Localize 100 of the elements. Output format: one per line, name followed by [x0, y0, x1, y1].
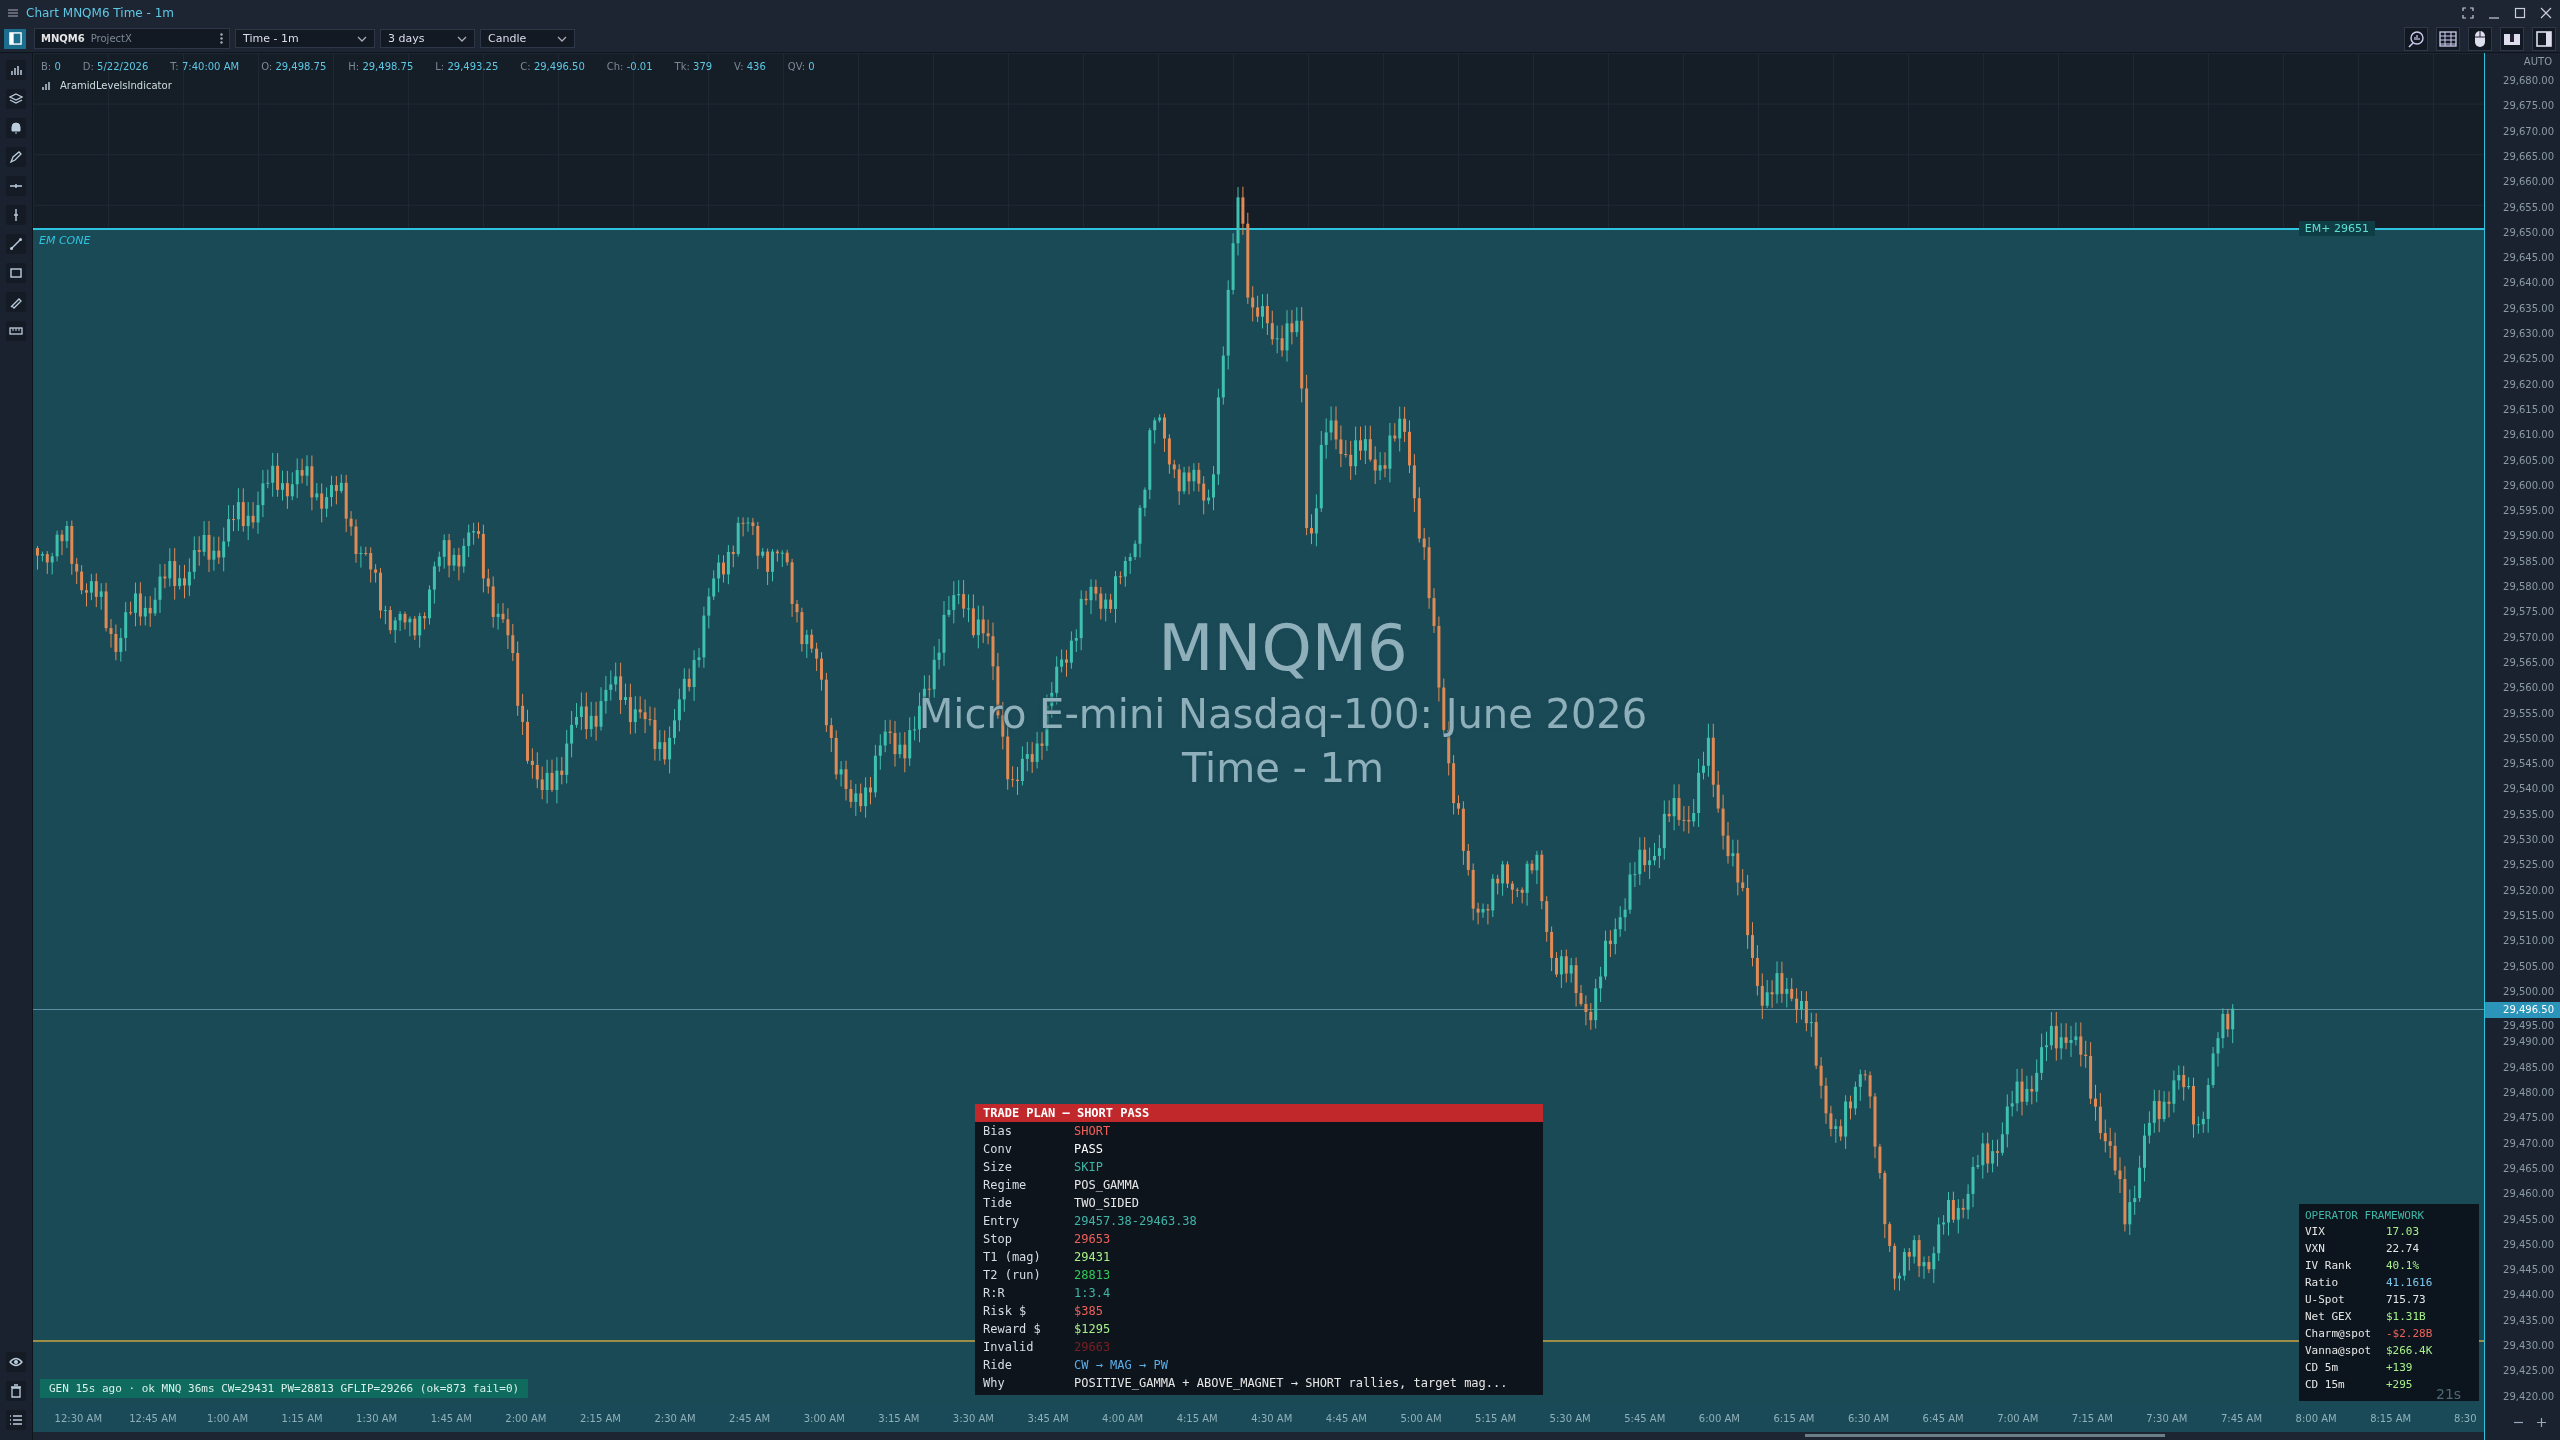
time-label: 12:30 AM [53, 1413, 104, 1424]
metric-label: Vanna@spot [2305, 1344, 2373, 1357]
ohlc-field: B: 0 [41, 61, 61, 72]
ohlc-field: O: 29,498.75 [261, 61, 327, 72]
price-label: 29,420.00 [2503, 1389, 2554, 1404]
rectangle-icon[interactable] [6, 263, 26, 283]
chevron-icon [557, 35, 567, 42]
price-label: 29,505.00 [2503, 959, 2554, 974]
plan-label: Bias [983, 1124, 1013, 1138]
price-label: 29,525.00 [2503, 858, 2554, 873]
metric-value: 41.1616 [2386, 1276, 2433, 1289]
price-label: 29,430.00 [2503, 1339, 2554, 1353]
price-label: 29,480.00 [2503, 1086, 2554, 1100]
price-label: 29,465.00 [2503, 1161, 2554, 1176]
time-label: 6:45 AM [1921, 1413, 1965, 1424]
mouse-icon[interactable] [2468, 26, 2492, 51]
time-label: 1:15 AM [280, 1413, 324, 1424]
price-label: 29,440.00 [2503, 1288, 2554, 1303]
auto-scale-toggle[interactable]: AUTO [2523, 56, 2552, 67]
price-label: 29,630.00 [2503, 327, 2554, 341]
plan-value: SHORT [1074, 1124, 1111, 1138]
pencil-icon[interactable] [6, 147, 26, 167]
price-label: 29,660.00 [2503, 175, 2554, 190]
price-label: 29,570.00 [2503, 630, 2554, 645]
plan-value: 29431 [1074, 1250, 1111, 1264]
plan-value: 29653 [1074, 1232, 1111, 1246]
metric-value: +139 [2386, 1361, 2413, 1374]
indicator-name: AramidLevelsIndicator [60, 80, 172, 91]
zoom-in-icon[interactable] [2536, 1417, 2547, 1428]
ohlc-field: QV: 0 [787, 61, 815, 72]
price-label: 29,425.00 [2503, 1364, 2554, 1379]
time-label: 4:30 AM [1250, 1413, 1294, 1424]
time-label: 1:00 AM [205, 1413, 250, 1424]
sidebar-toggle-button[interactable] [4, 28, 26, 49]
price-label: 29,590.00 [2503, 529, 2554, 544]
close-icon[interactable] [2540, 6, 2552, 19]
price-label: 29,605.00 [2503, 453, 2554, 468]
metric-value: 17.03 [2386, 1225, 2420, 1238]
time-label: 4:15 AM [1175, 1413, 1219, 1424]
price-label: 29,610.00 [2503, 428, 2554, 443]
dropdown[interactable]: 3 days [380, 29, 475, 48]
fullscreen-icon[interactable] [2462, 6, 2474, 19]
trade-plan-title: TRADE PLAN — SHORT PASS [975, 1104, 1543, 1122]
dropdown[interactable]: Candle [480, 29, 575, 48]
menu-icon[interactable] [8, 8, 18, 17]
price-label: 29,580.00 [2503, 580, 2554, 594]
price-label: 29,470.00 [2503, 1136, 2554, 1151]
search-chart-icon[interactable] [2404, 26, 2428, 51]
price-label: 29,680.00 [2503, 74, 2554, 88]
metric-label: VIX [2305, 1225, 2326, 1238]
price-label: 29,500.00 [2503, 984, 2554, 999]
price-label: 29,460.00 [2503, 1187, 2554, 1202]
symbol-field[interactable]: MNQM6 ProjectX [34, 28, 230, 49]
bar-timer: 21s [2436, 1386, 2462, 1402]
price-label: 29,625.00 [2503, 352, 2554, 367]
plan-value: POS_GAMMA [1074, 1178, 1140, 1192]
price-label: 29,575.00 [2503, 605, 2554, 620]
price-label: 29,650.00 [2503, 225, 2554, 240]
price-label: 29,490.00 [2503, 1035, 2554, 1050]
layers-icon[interactable] [6, 89, 26, 109]
price-label: 29,620.00 [2503, 377, 2554, 392]
price-label: 29,495.00 [2503, 1018, 2554, 1033]
price-label: 29,545.00 [2503, 757, 2554, 772]
time-label: 4:45 AM [1324, 1413, 1368, 1424]
maximize-icon[interactable] [2514, 6, 2526, 19]
plan-value: PASS [1074, 1142, 1103, 1156]
plan-label: T1 (mag) [983, 1250, 1042, 1264]
operator-title: OPERATOR FRAMEWORK [2305, 1209, 2426, 1222]
brush-icon[interactable] [6, 292, 26, 312]
panel-toggle-icon[interactable] [2532, 26, 2556, 51]
plan-label: Size [983, 1160, 1013, 1174]
price-label: 29,670.00 [2503, 124, 2554, 139]
price-label: 29,445.00 [2503, 1263, 2554, 1278]
time-label: 7:30 AM [2145, 1413, 2189, 1424]
grid-icon[interactable] [2436, 26, 2460, 51]
bar-chart-icon[interactable] [6, 60, 26, 80]
ruler-icon[interactable] [6, 321, 26, 341]
box-icon[interactable] [2500, 26, 2524, 51]
time-label: 3:00 AM [802, 1413, 846, 1424]
current-price-tag: 29,496.50 [2485, 1001, 2560, 1018]
em-level-tag: EM+ 29651 [2298, 220, 2375, 236]
indicator-icon [41, 80, 51, 91]
dropdown[interactable]: Time - 1m [235, 29, 375, 48]
metric-label: Ratio [2305, 1276, 2340, 1289]
metric-value: $1.31B [2386, 1310, 2426, 1323]
time-label: 4:00 AM [1101, 1413, 1145, 1424]
price-label: 29,560.00 [2503, 681, 2554, 696]
trash-icon[interactable] [6, 1381, 26, 1401]
scrollbar-thumb[interactable] [1805, 1434, 2165, 1437]
ohlc-field: C: 29,496.50 [520, 61, 585, 72]
time-label: 2:30 AM [653, 1413, 697, 1424]
metric-label: IV Rank [2305, 1259, 2353, 1272]
time-label: 3:45 AM [1026, 1413, 1070, 1424]
bell-icon[interactable] [6, 118, 26, 138]
eye-icon[interactable] [6, 1352, 26, 1372]
ohlc-field: D: 5/22/2026 [82, 61, 149, 72]
more-icon[interactable] [220, 33, 223, 44]
list-icon[interactable] [6, 1410, 26, 1430]
plan-value: $385 [1074, 1304, 1103, 1318]
price-label: 29,540.00 [2503, 782, 2554, 797]
